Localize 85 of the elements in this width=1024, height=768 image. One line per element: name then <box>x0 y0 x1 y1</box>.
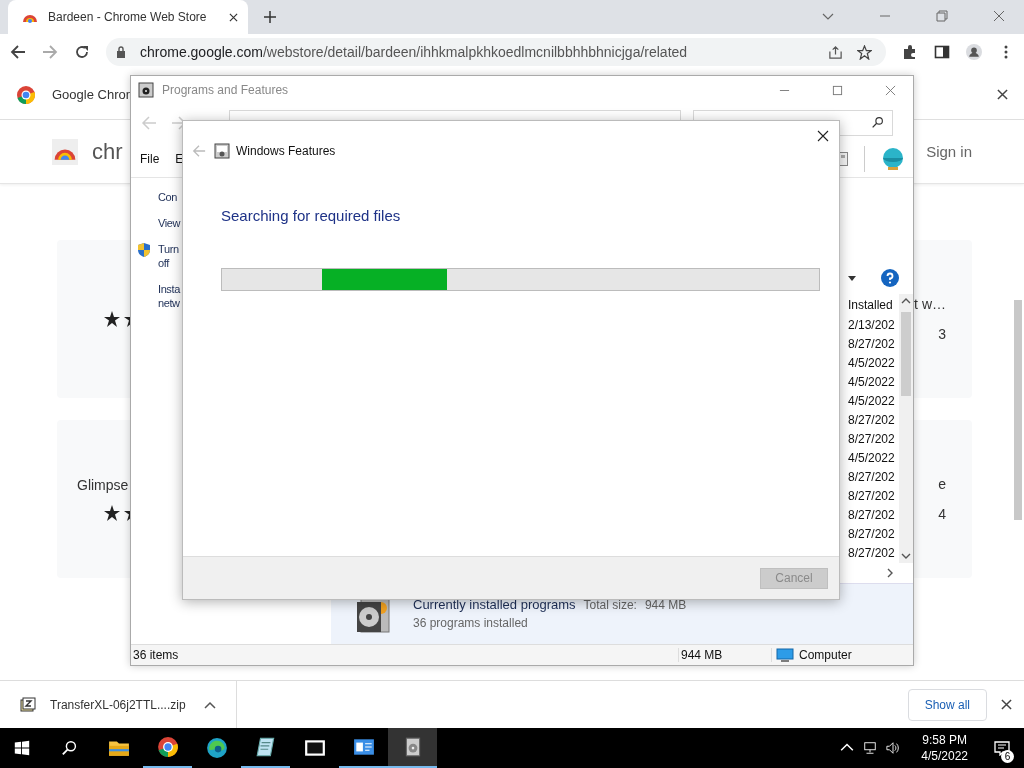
table-cell-text: 8/27/202 <box>848 487 896 505</box>
status-text: 36 items <box>132 647 180 662</box>
close-icon[interactable] <box>229 12 238 22</box>
chevron-right-icon[interactable] <box>887 567 893 578</box>
program-count: 36 programs installed <box>413 616 529 630</box>
task-link[interactable]: Con <box>158 189 177 204</box>
share-icon[interactable] <box>828 44 843 60</box>
menu-item[interactable]: E <box>175 151 184 166</box>
address-bar[interactable]: chrome.google.com/webstore/detail/bardeen/ihhkmalpkhkoedlmcnilbbhhbhnicjga/related <box>106 38 886 66</box>
rating-count: 4 <box>938 506 946 522</box>
notification-count: 6 <box>1001 750 1014 763</box>
table-cell-text: 4/5/2022 <box>848 354 896 372</box>
download-filename: TransferXL-06j2TTL....zip <box>50 697 186 712</box>
size-label: Total size: <box>583 598 637 612</box>
installer-icon <box>214 143 230 159</box>
archive-file-icon <box>20 696 36 713</box>
clock[interactable]: 9:58 PM 4/5/2022 <box>909 732 980 764</box>
status-heading: Searching for required files <box>221 207 402 224</box>
restore-icon[interactable] <box>936 10 948 22</box>
task-link[interactable]: Insta netw <box>158 281 180 310</box>
help-icon[interactable] <box>881 268 899 287</box>
chrome-logo-icon <box>16 84 36 105</box>
profile-icon[interactable] <box>966 44 982 60</box>
column-header[interactable]: Installed <box>848 293 899 316</box>
size-value: 944 MB <box>644 598 687 612</box>
archiver-icon <box>303 737 326 759</box>
globe-icon[interactable] <box>881 146 905 171</box>
browser-tab[interactable]: Bardeen - Chrome Web Store <box>8 0 248 34</box>
puzzle-icon[interactable] <box>902 44 918 60</box>
store-logo-icon <box>52 138 78 165</box>
table-cell-text: 8/27/202 <box>848 468 896 486</box>
table-cell-text: 8/27/202 <box>848 544 896 562</box>
status-text: Computer <box>799 647 852 662</box>
show-all-button[interactable]: Show all <box>907 688 987 721</box>
star-icon[interactable] <box>857 44 872 60</box>
details-heading: Currently installed programs <box>413 597 576 612</box>
table-cell-text: 8/27/202 <box>848 430 896 448</box>
new-tab-icon[interactable] <box>264 11 276 23</box>
notification-button[interactable]: 6 <box>980 728 1024 768</box>
table-cell-text: 8/27/202 <box>848 335 896 353</box>
chevron-down-icon[interactable] <box>901 552 911 559</box>
back-icon[interactable] <box>10 44 26 60</box>
extension-title: e <box>938 476 946 492</box>
scrollbar-thumb[interactable] <box>901 311 911 396</box>
edge-icon <box>205 737 228 759</box>
table-cell-text: 4/5/2022 <box>848 392 896 410</box>
installer-icon <box>138 82 154 99</box>
status-text: 944 MB <box>678 647 771 662</box>
reload-icon[interactable] <box>74 44 90 60</box>
lock-icon <box>116 46 126 58</box>
table-cell-text: 8/27/202 <box>848 411 896 429</box>
window-icon <box>352 736 375 758</box>
shield-icon <box>136 241 152 258</box>
table-cell-text: 8/27/202 <box>848 525 896 543</box>
volume-icon[interactable] <box>886 741 901 755</box>
table-cell-text: 2/13/202 <box>848 316 896 334</box>
table-cell-text: 4/5/2022 <box>848 449 896 467</box>
window-title: Programs and Features <box>162 83 289 98</box>
table-cell-text: 8/27/202 <box>848 506 896 524</box>
close-icon[interactable] <box>817 130 829 142</box>
notepad-icon <box>254 736 277 758</box>
extension-title: t w… <box>914 296 946 312</box>
table-cell-text: 4/5/2022 <box>848 373 896 391</box>
extension-title: Glimpse <box>77 477 130 493</box>
menu-item[interactable]: File <box>140 151 160 166</box>
date-text: 4/5/2022 <box>921 748 968 764</box>
task-link[interactable]: View <box>158 215 181 230</box>
time-text: 9:58 PM <box>922 732 967 748</box>
rating-count: 3 <box>938 326 946 342</box>
computer-icon <box>776 647 794 662</box>
close-icon[interactable] <box>997 89 1008 100</box>
sign-in-link[interactable]: Sign in <box>926 143 972 160</box>
search-icon <box>871 116 884 130</box>
store-title: chr <box>92 138 123 165</box>
taskbar-app[interactable] <box>388 728 437 768</box>
side-panel-icon[interactable] <box>934 44 950 60</box>
scrollbar[interactable] <box>899 293 913 563</box>
chrome-icon <box>156 736 179 758</box>
task-link[interactable]: Turn off <box>158 241 179 270</box>
dialog-title: Windows Features <box>236 144 336 158</box>
network-icon[interactable] <box>863 741 878 755</box>
scrollbar[interactable] <box>1014 300 1022 520</box>
close-icon[interactable] <box>1001 699 1012 710</box>
chevron-up-icon[interactable] <box>901 297 911 304</box>
caret-icon[interactable] <box>203 700 216 709</box>
